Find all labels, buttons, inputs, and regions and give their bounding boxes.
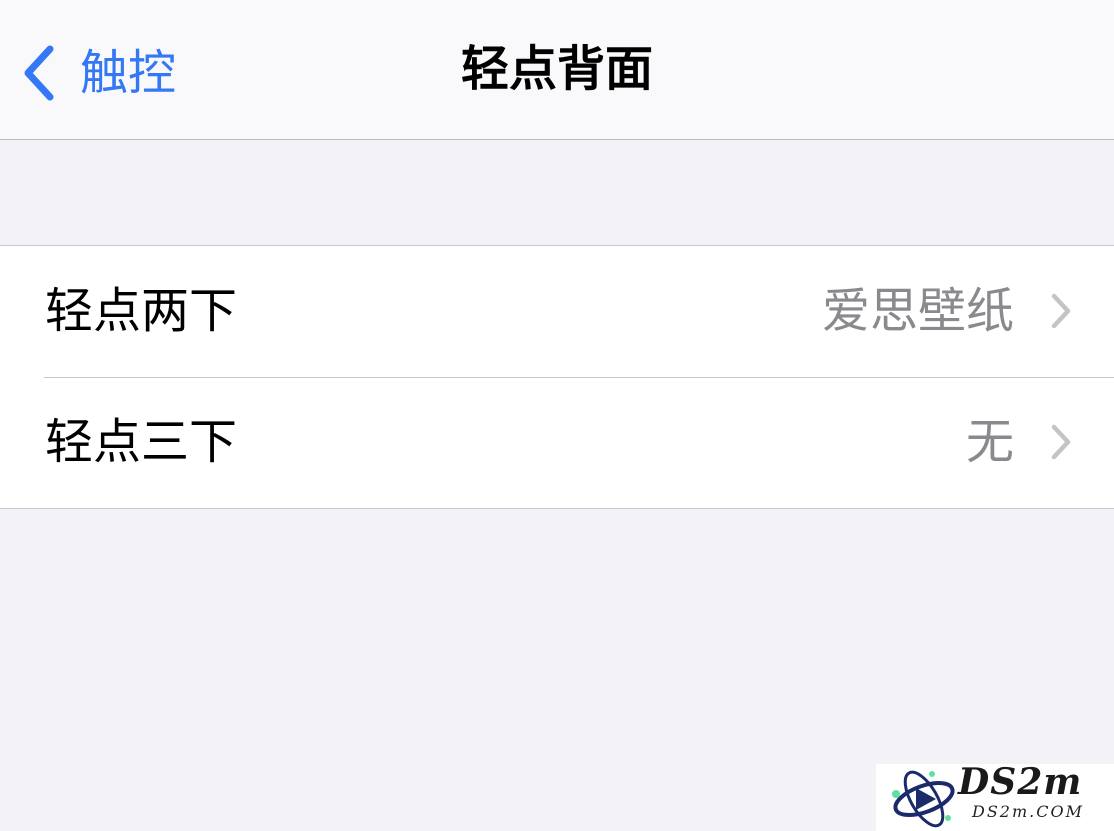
navigation-bar: 触控 轻点背面 (0, 0, 1114, 140)
watermark: DS2m DS2m.COM (876, 764, 1114, 831)
row-value: 爱思壁纸 (821, 283, 1014, 339)
watermark-site: DS2m.COM (972, 802, 1084, 821)
watermark-brand: DS2m (958, 761, 1083, 803)
page-title: 轻点背面 (460, 41, 653, 97)
chevron-right-icon (1050, 293, 1072, 333)
list-item-double-tap[interactable]: 轻点两下 爱思壁纸 (0, 246, 1114, 377)
list-item-triple-tap[interactable]: 轻点三下 无 (0, 377, 1114, 508)
row-value: 无 (965, 414, 1014, 470)
row-label: 轻点两下 (45, 283, 238, 339)
chevron-right-icon (1050, 424, 1072, 464)
row-label: 轻点三下 (45, 414, 238, 470)
settings-group: 轻点两下 爱思壁纸 轻点三下 无 (0, 245, 1114, 509)
